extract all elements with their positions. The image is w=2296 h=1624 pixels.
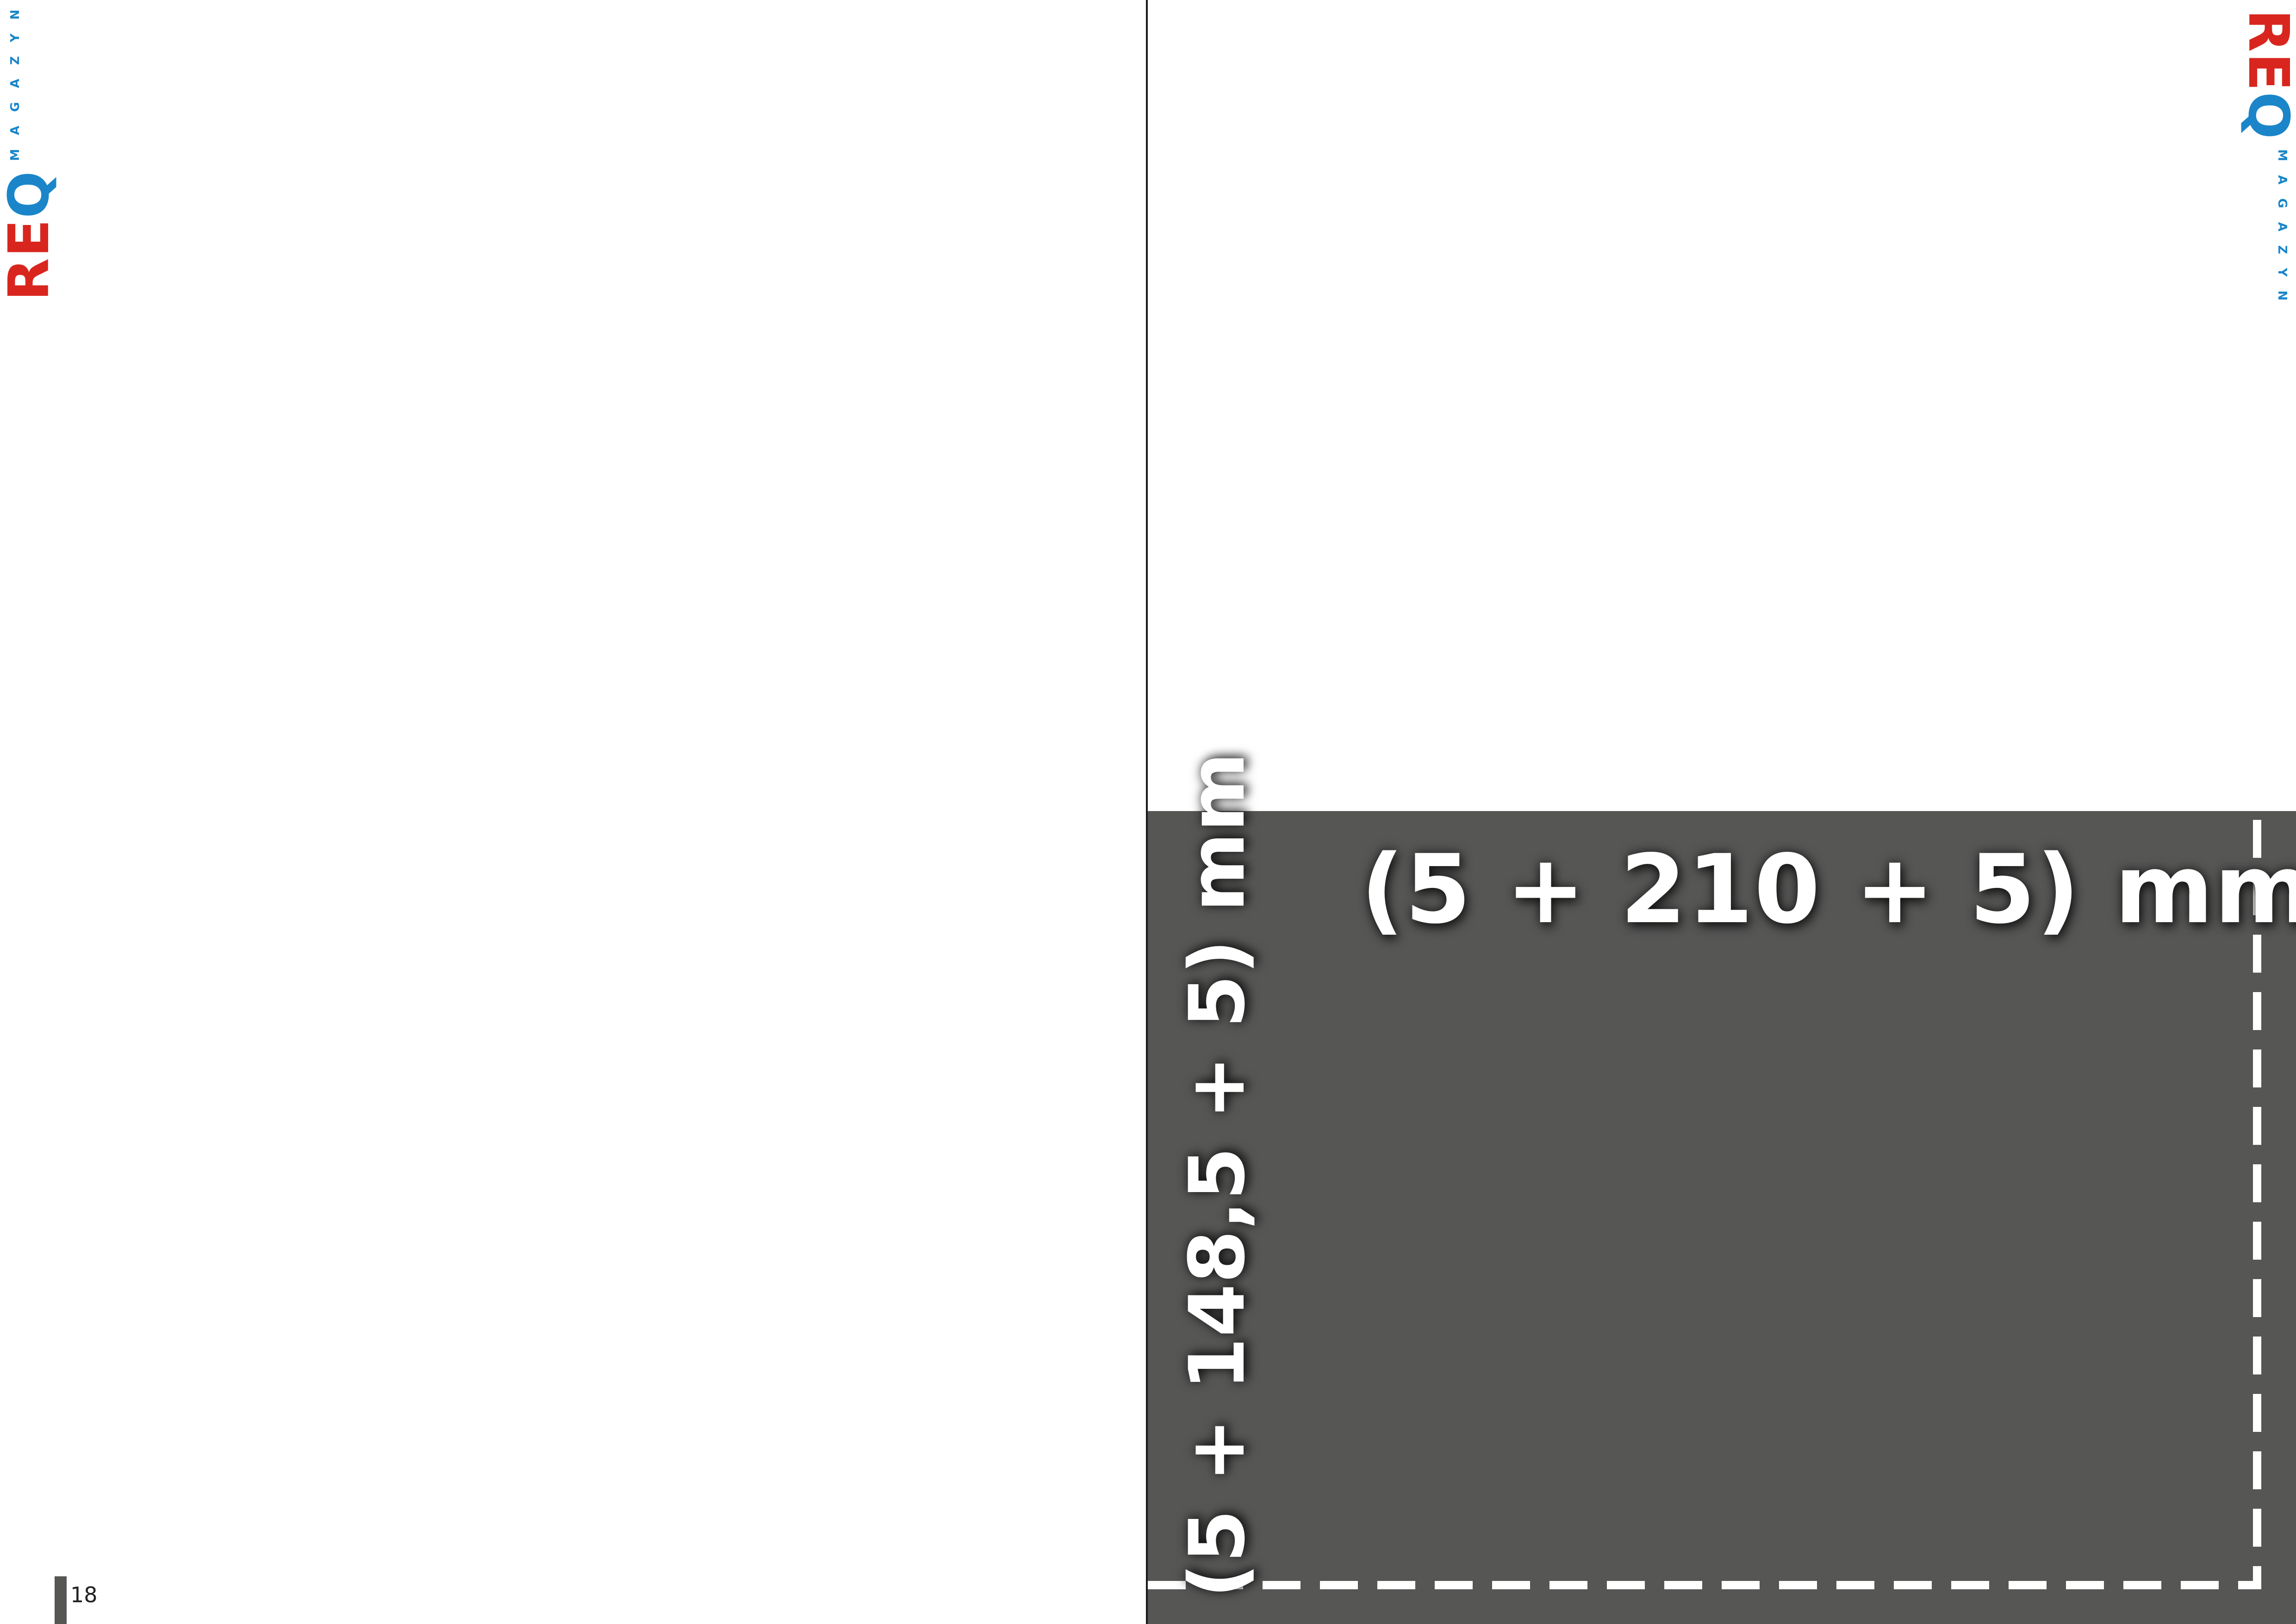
ad-height-label: (5 + 148,5 + 5) mm xyxy=(1173,752,1262,1598)
trim-line xyxy=(1148,811,2261,1589)
ad-width-label: (5 + 210 + 5) mm xyxy=(1361,835,2296,945)
page-number-bar xyxy=(55,1576,67,1624)
page-number: 18 xyxy=(70,1582,98,1607)
